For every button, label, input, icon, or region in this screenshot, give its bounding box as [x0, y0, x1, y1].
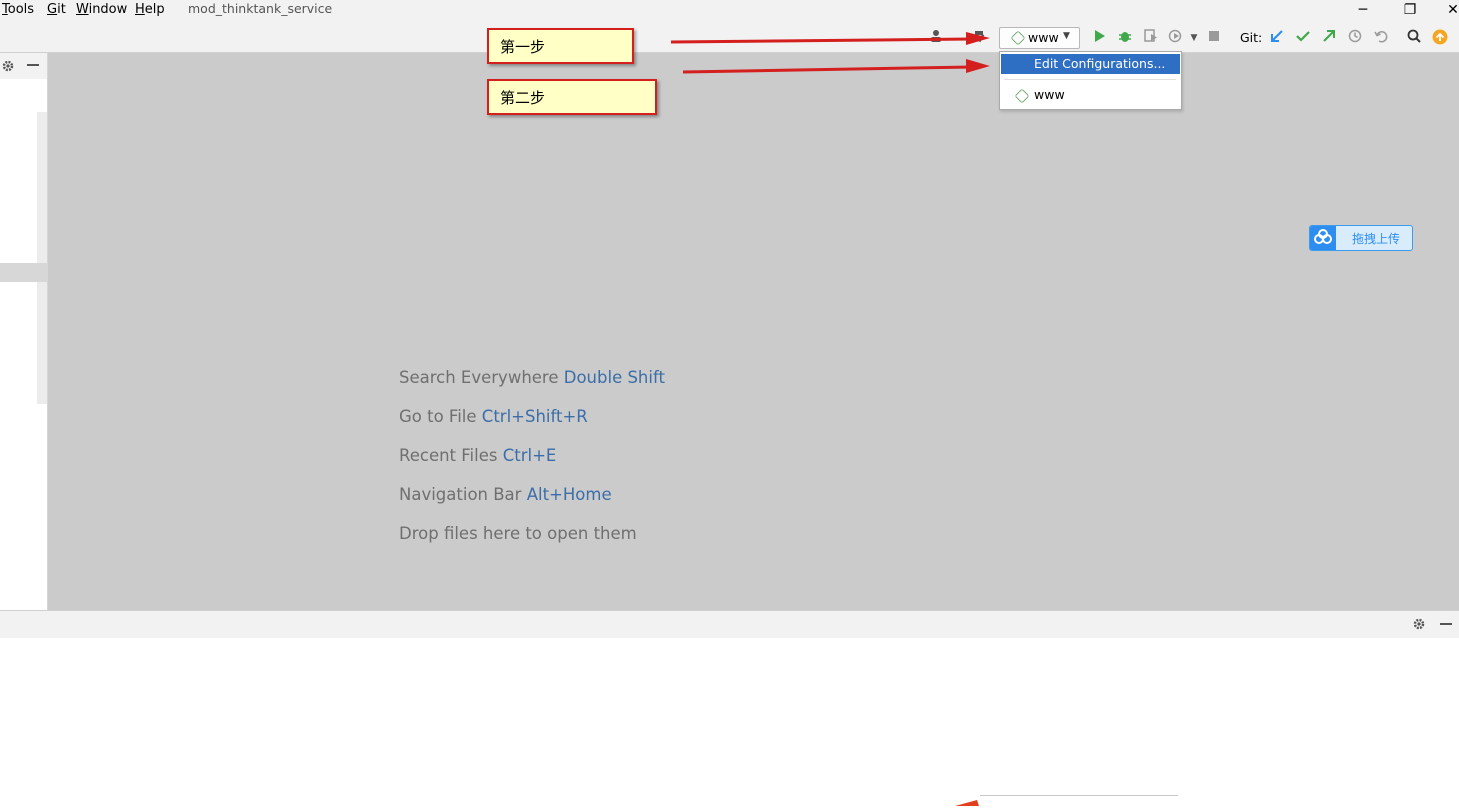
nodejs-icon — [1010, 30, 1026, 46]
annotation-step2: 第二步 — [487, 79, 657, 115]
arrow-step1 — [670, 32, 990, 45]
hint-search-everywhere: Search Everywhere Double Shift — [399, 368, 665, 387]
drag-upload-button[interactable]: 拖拽上传 — [1309, 225, 1413, 251]
upload-label: 拖拽上传 — [1352, 232, 1401, 246]
editor-area — [48, 53, 1459, 610]
bottom-gear-icon[interactable] — [1412, 616, 1428, 632]
annotation-arrows — [670, 32, 990, 74]
bottom-divider — [980, 795, 1178, 796]
menu-window[interactable]: Window — [76, 1, 127, 19]
chevron-down-icon: ▼ — [1063, 31, 1070, 41]
bottom-panel-header — [0, 610, 1459, 639]
minimize-panel-icon[interactable] — [27, 64, 39, 66]
restore-button[interactable]: ❐ — [1390, 0, 1430, 20]
edit-configurations-item[interactable]: Edit Configurations... — [1001, 54, 1180, 74]
selected-row[interactable] — [0, 263, 47, 282]
bottom-panel — [0, 638, 1459, 797]
scrollbar[interactable] — [37, 112, 47, 404]
gear-icon[interactable] — [1, 58, 17, 74]
debug-icon[interactable] — [1116, 29, 1134, 47]
run-config-label: www — [1028, 30, 1059, 45]
menu-tools[interactable]: Tools — [2, 1, 34, 19]
minimize-button[interactable]: ─ — [1343, 0, 1383, 20]
stop-icon[interactable] — [1205, 29, 1223, 47]
annotation-step1: 第一步 — [487, 28, 634, 64]
partial-red-arrow — [955, 791, 979, 806]
cloud-icon — [1310, 226, 1336, 250]
bottom-minimize-icon[interactable] — [1440, 623, 1452, 625]
run-config-dropdown: Edit Configurations... www — [999, 51, 1182, 110]
git-push-icon[interactable] — [1320, 29, 1338, 47]
hint-go-to-file: Go to File Ctrl+Shift+R — [399, 407, 588, 426]
menu-help[interactable]: Help — [135, 1, 165, 19]
hint-recent-files: Recent Files Ctrl+E — [399, 446, 557, 465]
hint-drop-files: Drop files here to open them — [399, 524, 637, 543]
profile-dropdown-icon[interactable]: ▼ — [1185, 29, 1203, 47]
run-config-selector[interactable]: www ▼ — [999, 27, 1080, 49]
project-title: mod_thinktank_service — [188, 1, 333, 16]
update-icon[interactable] — [1431, 29, 1449, 47]
hint-navigation-bar: Navigation Bar Alt+Home — [399, 485, 612, 504]
history-icon[interactable] — [1346, 29, 1364, 47]
coverage-icon[interactable] — [1142, 29, 1160, 47]
search-icon[interactable] — [1405, 29, 1423, 47]
close-button[interactable]: ✕ — [1433, 0, 1459, 20]
menu-git[interactable]: Git — [47, 1, 66, 19]
dropdown-separator — [1004, 79, 1176, 80]
git-update-icon[interactable] — [1268, 29, 1286, 47]
arrow-step2 — [682, 59, 990, 74]
dropdown-item-www[interactable]: www — [1001, 85, 1180, 105]
nodejs-icon — [1014, 88, 1030, 104]
profile-icon[interactable] — [1166, 29, 1184, 47]
run-icon[interactable] — [1090, 29, 1108, 47]
git-commit-icon[interactable] — [1294, 29, 1312, 47]
rollback-icon[interactable] — [1372, 29, 1390, 47]
git-label: Git: — [1240, 30, 1263, 45]
